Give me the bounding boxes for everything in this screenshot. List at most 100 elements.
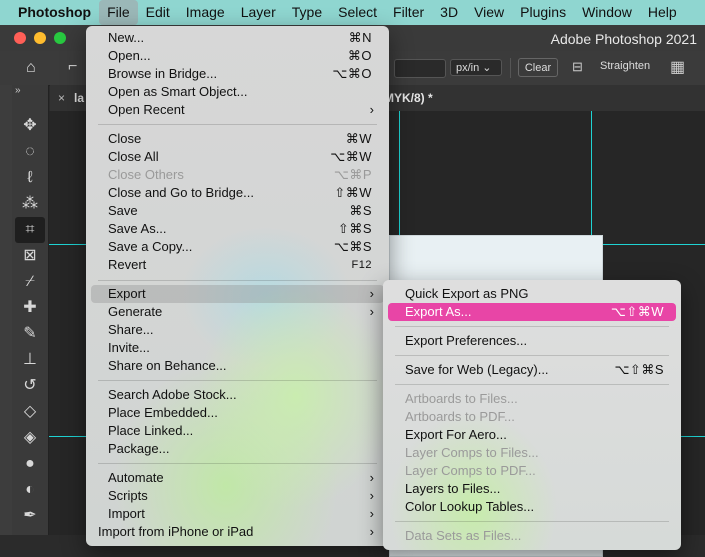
menu-item-close-and-go-to-bridge[interactable]: Close and Go to Bridge... ⇧⌘W xyxy=(91,184,384,202)
home-icon[interactable]: ⌂ xyxy=(26,59,46,77)
menu-view[interactable]: View xyxy=(466,0,512,25)
menu-item-label: Layer Comps to Files... xyxy=(405,445,539,460)
history-brush-tool-icon[interactable]: ↺ xyxy=(15,373,45,399)
healing-brush-tool-icon[interactable]: ✚ xyxy=(15,295,45,321)
menu-3d[interactable]: 3D xyxy=(432,0,466,25)
eraser-tool-icon[interactable]: ◇ xyxy=(15,399,45,425)
collapse-panel-icon[interactable]: » xyxy=(15,85,21,96)
clone-stamp-tool-icon[interactable]: ⊥ xyxy=(15,347,45,373)
menu-item-color-lookup-tables[interactable]: Color Lookup Tables... xyxy=(388,498,676,516)
menu-item-label: Place Embedded... xyxy=(108,405,218,420)
brush-tool-icon[interactable]: ✎ xyxy=(15,321,45,347)
menu-item-export-as[interactable]: Export As... ⌥⇧⌘W xyxy=(388,303,676,321)
menu-help[interactable]: Help xyxy=(640,0,685,25)
menu-item-generate[interactable]: Generate › xyxy=(91,303,384,321)
blur-tool-icon[interactable]: ● xyxy=(15,451,45,477)
zoom-window-button[interactable] xyxy=(54,32,66,44)
move-tool-icon[interactable]: ✥ xyxy=(15,113,45,139)
menu-item-save[interactable]: Save ⌘S xyxy=(91,202,384,220)
menu-layer[interactable]: Layer xyxy=(233,0,284,25)
menu-plugins[interactable]: Plugins xyxy=(512,0,574,25)
menu-separator xyxy=(395,355,669,356)
menu-item-export-preferences[interactable]: Export Preferences... xyxy=(388,332,676,350)
menu-item-export[interactable]: Export › xyxy=(91,285,384,303)
menu-item-search-adobe-stock[interactable]: Search Adobe Stock... xyxy=(91,386,384,404)
menu-item-open[interactable]: Open... ⌘O xyxy=(91,47,384,65)
menu-item-open-recent[interactable]: Open Recent › xyxy=(91,101,384,119)
menu-item-scripts[interactable]: Scripts › xyxy=(91,487,384,505)
menu-item-label: New... xyxy=(108,30,145,45)
magic-wand-tool-icon[interactable]: ⁂ xyxy=(15,191,45,217)
menu-item-share-on-behance[interactable]: Share on Behance... xyxy=(91,357,384,375)
menu-item-label: Revert xyxy=(108,257,147,272)
menu-item-import[interactable]: Import › xyxy=(91,505,384,523)
menu-item-save-a-copy[interactable]: Save a Copy... ⌥⌘S xyxy=(91,238,384,256)
menu-item-quick-export-png[interactable]: Quick Export as PNG xyxy=(388,285,676,303)
divider xyxy=(510,58,511,78)
menu-item-place-linked[interactable]: Place Linked... xyxy=(91,422,384,440)
marquee-tool-icon[interactable]: ◌ xyxy=(15,139,45,165)
resolution-unit-select[interactable]: px/in ⌄ xyxy=(450,59,502,76)
menu-item-share[interactable]: Share... xyxy=(91,321,384,339)
menu-photoshop[interactable]: Photoshop xyxy=(8,0,99,25)
menu-item-label: Export xyxy=(108,286,146,301)
menu-item-shortcut: ⌘N xyxy=(348,30,372,45)
menu-item-label: Save As... xyxy=(108,221,167,236)
menu-item-close-others: Close Others ⌥⌘P xyxy=(91,166,384,184)
paint-bucket-tool-icon[interactable]: ◈ xyxy=(15,425,45,451)
minimize-window-button[interactable] xyxy=(34,32,46,44)
menu-item-package[interactable]: Package... xyxy=(91,440,384,458)
straighten-button[interactable]: Straighten xyxy=(600,60,650,72)
menu-item-label: Artboards to Files... xyxy=(405,391,518,406)
menu-type[interactable]: Type xyxy=(284,0,330,25)
menu-item-close[interactable]: Close ⌘W xyxy=(91,130,384,148)
menu-item-label: Layers to Files... xyxy=(405,481,501,496)
menu-item-new[interactable]: New... ⌘N xyxy=(91,29,384,47)
resolution-input[interactable] xyxy=(394,59,446,78)
menu-image[interactable]: Image xyxy=(178,0,233,25)
menu-item-layer-comps-to-files: Layer Comps to Files... xyxy=(388,444,676,462)
straighten-icon[interactable]: ⊟ xyxy=(572,59,583,75)
menu-item-export-for-aero[interactable]: Export For Aero... xyxy=(388,426,676,444)
document-tab-mode: MYK/8) * xyxy=(384,91,433,105)
menu-item-data-sets-as-files: Data Sets as Files... xyxy=(388,527,676,545)
clear-button[interactable]: Clear xyxy=(518,58,558,77)
menu-select[interactable]: Select xyxy=(330,0,385,25)
dodge-tool-icon[interactable]: ◐ xyxy=(15,477,45,503)
menu-item-label: Export As... xyxy=(405,304,472,319)
menu-item-shortcut: ⌥⌘S xyxy=(333,239,372,254)
crop-preset-icon[interactable]: ⌐ xyxy=(68,58,77,76)
menu-item-save-for-web[interactable]: Save for Web (Legacy)... ⌥⇧⌘S xyxy=(388,361,676,379)
menu-item-close-all[interactable]: Close All ⌥⌘W xyxy=(91,148,384,166)
close-tab-icon[interactable]: × xyxy=(58,91,65,105)
close-window-button[interactable] xyxy=(14,32,26,44)
menu-item-artboards-to-pdf: Artboards to PDF... xyxy=(388,408,676,426)
menu-item-invite[interactable]: Invite... xyxy=(91,339,384,357)
menu-item-layers-to-files[interactable]: Layers to Files... xyxy=(388,480,676,498)
menu-filter[interactable]: Filter xyxy=(385,0,432,25)
menu-item-revert[interactable]: Revert F12 xyxy=(91,256,384,274)
menu-item-save-as[interactable]: Save As... ⇧⌘S xyxy=(91,220,384,238)
menu-item-label: Import from iPhone or iPad xyxy=(98,524,254,539)
menu-file[interactable]: File xyxy=(99,0,138,25)
menu-window[interactable]: Window xyxy=(574,0,640,25)
menu-edit[interactable]: Edit xyxy=(138,0,178,25)
menu-item-browse-in-bridge[interactable]: Browse in Bridge... ⌥⌘O xyxy=(91,65,384,83)
menu-item-label: Place Linked... xyxy=(108,423,194,438)
menu-item-shortcut: ⇧⌘W xyxy=(334,185,372,200)
menu-item-label: Save for Web (Legacy)... xyxy=(405,362,549,377)
lasso-tool-icon[interactable]: ℓ xyxy=(15,165,45,191)
menu-item-place-embedded[interactable]: Place Embedded... xyxy=(91,404,384,422)
menu-item-automate[interactable]: Automate › xyxy=(91,469,384,487)
eyedropper-tool-icon[interactable]: ⌿ xyxy=(15,269,45,295)
pen-tool-icon[interactable]: ✒ xyxy=(15,503,45,529)
document-tab[interactable]: la xyxy=(74,91,84,105)
menu-item-open-as-smart-object[interactable]: Open as Smart Object... xyxy=(91,83,384,101)
overlay-grid-icon[interactable]: ▦ xyxy=(670,57,685,77)
frame-tool-icon[interactable]: ⊠ xyxy=(15,243,45,269)
menu-item-label: Generate xyxy=(108,304,163,319)
crop-tool-icon[interactable]: ⌗ xyxy=(15,217,45,243)
menu-item-import-from-iphone[interactable]: Import from iPhone or iPad › xyxy=(91,523,384,541)
menu-item-label: Import xyxy=(108,506,145,521)
menu-item-shortcut: ⌘O xyxy=(347,48,372,63)
